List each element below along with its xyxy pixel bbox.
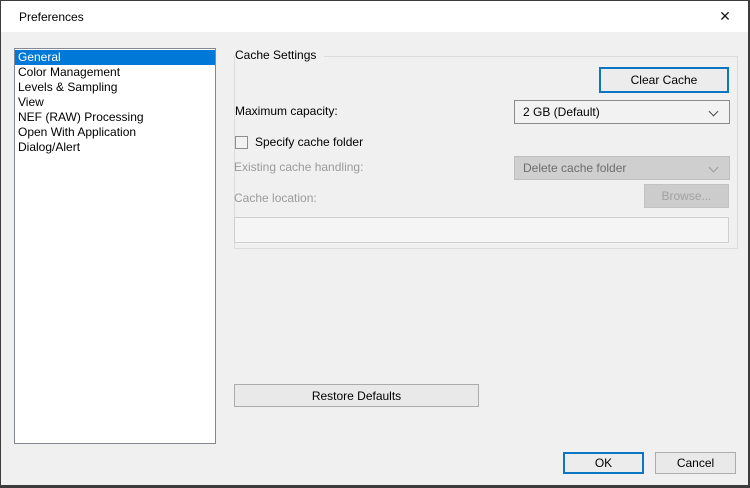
cache-location-input bbox=[234, 217, 729, 243]
sidebar-item-view[interactable]: View bbox=[15, 95, 215, 110]
restore-defaults-button[interactable]: Restore Defaults bbox=[234, 384, 479, 407]
existing-cache-handling-value: Delete cache folder bbox=[523, 161, 626, 175]
specify-cache-folder-checkbox[interactable] bbox=[235, 136, 248, 149]
existing-cache-handling-label: Existing cache handling: bbox=[234, 160, 363, 175]
cache-settings-group-label: Cache Settings bbox=[235, 48, 324, 63]
specify-cache-folder-label: Specify cache folder bbox=[255, 135, 363, 150]
close-icon[interactable]: ✕ bbox=[702, 1, 748, 31]
cancel-button[interactable]: Cancel bbox=[655, 452, 736, 474]
maximum-capacity-select[interactable]: 2 GB (Default) bbox=[514, 100, 730, 124]
titlebar: Preferences ✕ bbox=[1, 1, 748, 32]
category-listbox[interactable]: General Color Management Levels & Sampli… bbox=[14, 48, 216, 444]
sidebar-item-color-management[interactable]: Color Management bbox=[15, 65, 215, 80]
chevron-down-icon bbox=[709, 163, 719, 173]
sidebar-item-levels-sampling[interactable]: Levels & Sampling bbox=[15, 80, 215, 95]
existing-cache-handling-select: Delete cache folder bbox=[514, 156, 730, 180]
maximum-capacity-label: Maximum capacity: bbox=[235, 104, 338, 119]
maximum-capacity-value: 2 GB (Default) bbox=[523, 105, 600, 119]
clear-cache-button[interactable]: Clear Cache bbox=[599, 67, 729, 93]
window-title: Preferences bbox=[1, 10, 84, 24]
chevron-down-icon bbox=[709, 107, 719, 117]
cache-location-label: Cache location: bbox=[234, 191, 317, 206]
ok-button[interactable]: OK bbox=[563, 452, 644, 474]
sidebar-item-open-with-application[interactable]: Open With Application bbox=[15, 125, 215, 140]
browse-button: Browse... bbox=[644, 184, 729, 208]
sidebar-item-dialog-alert[interactable]: Dialog/Alert bbox=[15, 140, 215, 155]
sidebar-item-general[interactable]: General bbox=[15, 50, 215, 65]
preferences-dialog: Preferences ✕ General Color Management L… bbox=[0, 0, 750, 488]
sidebar-item-nef-raw-processing[interactable]: NEF (RAW) Processing bbox=[15, 110, 215, 125]
